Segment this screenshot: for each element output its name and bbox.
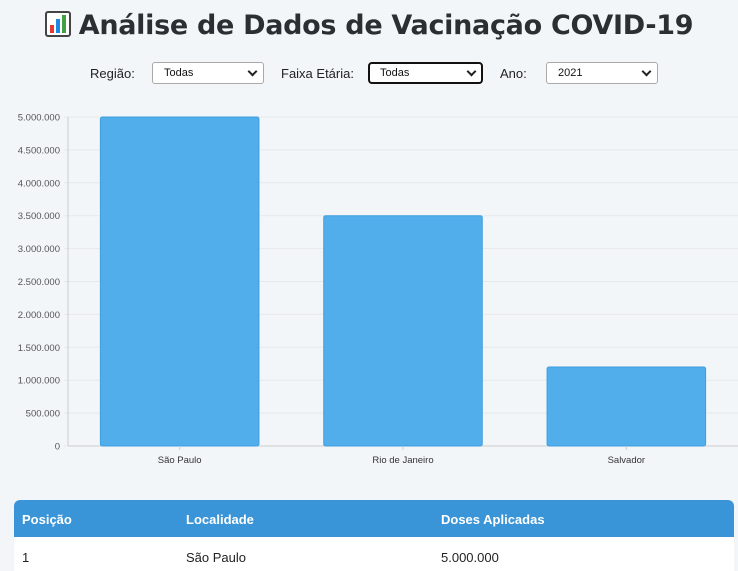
y-tick-label: 2.000.000 (18, 310, 60, 321)
page-title-text: Análise de Dados de Vacinação COVID-19 (78, 10, 694, 41)
chevron-down-icon (466, 66, 477, 77)
bar (99, 116, 260, 447)
y-tick-label: 3.500.000 (18, 211, 60, 222)
table-row: 1 São Paulo 5.000.000 (14, 537, 734, 571)
age-label: Faixa Etária: (281, 66, 354, 81)
age-select[interactable]: Todas (368, 62, 483, 84)
region-select[interactable]: Todas (152, 62, 264, 84)
bar-chart-icon (44, 11, 71, 37)
y-tick-label: 1.500.000 (18, 343, 60, 354)
cell-doses: 5.000.000 (441, 550, 499, 565)
age-select-value: Todas (380, 67, 410, 79)
year-select[interactable]: 2021 (546, 62, 658, 84)
region-label: Região: (90, 66, 135, 81)
filter-bar: Região: Todas Faixa Etária: Todas Ano: 2… (0, 62, 738, 86)
year-label: Ano: (500, 66, 527, 81)
column-header-doses: Doses Aplicadas (441, 512, 545, 527)
bar-chart: 0 500.000 1.000.000 1.500.000 2.000.000 2.500… (18, 113, 738, 466)
table-header: Posição Localidade Doses Aplicadas (14, 500, 734, 537)
region-select-value: Todas (164, 67, 194, 79)
y-tick-label: 0 (55, 442, 60, 453)
page-title: Análise de Dados de Vacinação COVID-19 (0, 10, 738, 41)
x-tick-label: Salvador (608, 455, 646, 466)
chevron-down-icon (247, 66, 258, 77)
y-tick-label: 3.000.000 (18, 244, 60, 255)
x-tick-label: Rio de Janeiro (372, 455, 433, 466)
y-tick-label: 5.000.000 (18, 113, 60, 124)
bar (546, 366, 707, 447)
cell-location: São Paulo (186, 550, 246, 565)
chevron-down-icon (641, 66, 652, 77)
y-tick-label: 2.500.000 (18, 277, 60, 288)
y-tick-label: 4.000.000 (18, 178, 60, 189)
column-header-position: Posição (22, 512, 72, 527)
y-tick-label: 500.000 (26, 409, 60, 420)
bar (323, 215, 483, 447)
year-select-value: 2021 (558, 67, 583, 79)
column-header-location: Localidade (186, 512, 254, 527)
y-tick-label: 4.500.000 (18, 145, 60, 156)
y-tick-label: 1.000.000 (18, 376, 60, 387)
ranking-table: Posição Localidade Doses Aplicadas 1 São… (14, 500, 734, 571)
x-tick-label: São Paulo (158, 455, 202, 466)
cell-position: 1 (22, 550, 30, 565)
